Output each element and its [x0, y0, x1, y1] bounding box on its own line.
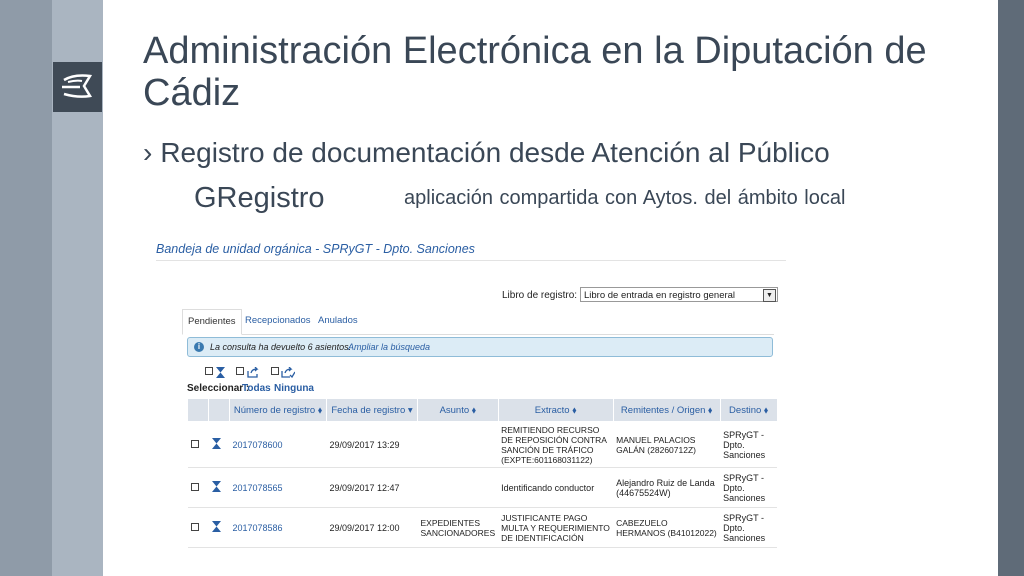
registry-extract: JUSTIFICANTE PAGO MULTA Y REQUERIMIENTO … — [498, 507, 614, 548]
registry-number-link[interactable]: 2017078565 — [229, 467, 327, 508]
col-destino[interactable]: Destino ⬧ — [719, 398, 778, 422]
col-numero[interactable]: Número de registro ⬧ — [229, 398, 327, 422]
bulk-actions — [205, 366, 297, 379]
bulk-checkbox-3[interactable] — [270, 367, 279, 376]
info-banner: i La consulta ha devuelto 6 asientos. Am… — [187, 337, 773, 357]
left-decor-strip — [0, 0, 52, 576]
bullet-text: Registro de documentación desde Atención… — [160, 137, 830, 168]
col-extracto[interactable]: Extracto ⬧ — [497, 398, 614, 422]
registry-subject — [417, 421, 499, 468]
row-checkbox[interactable] — [190, 439, 199, 448]
app-name: GRegistro — [194, 182, 325, 214]
forward-icon[interactable] — [247, 366, 259, 378]
col-remitentes[interactable]: Remitentes / Origen ⬧ — [612, 398, 721, 422]
hourglass-icon[interactable] — [211, 481, 221, 492]
slide-bullet: › Registro de documentación desde Atenció… — [143, 137, 830, 169]
table-row: 2017078586 29/09/2017 12:00 EXPEDIENTES … — [187, 507, 778, 548]
bulk-checkbox[interactable] — [205, 367, 213, 376]
col-asunto[interactable]: Asunto ⬧ — [417, 398, 499, 422]
select-none-link[interactable]: Ninguna — [274, 383, 314, 394]
tab-anulados[interactable]: Anulados — [313, 309, 363, 333]
row-checkbox[interactable] — [190, 522, 199, 531]
row-checkbox[interactable] — [190, 482, 199, 491]
app-note: aplicación compartida con Aytos. del ámb… — [404, 187, 846, 209]
bulk-checkbox-2[interactable] — [236, 367, 245, 376]
tab-pendientes[interactable]: Pendientes — [182, 309, 242, 335]
registry-extract: REMITIENDO RECURSO DE REPOSICIÓN CONTRA … — [498, 421, 614, 468]
libro-select-value: Libro de entrada en registro general — [584, 290, 736, 301]
info-icon: i — [194, 342, 204, 352]
info-text: La consulta ha devuelto 6 asientos. — [210, 342, 352, 352]
registry-extract: Identificando conductor — [498, 467, 614, 508]
select-label: Seleccionar : — [187, 383, 250, 394]
hourglass-icon[interactable] — [211, 438, 221, 449]
registry-number-link[interactable]: 2017078600 — [229, 421, 327, 468]
inbox-heading: Bandeja de unidad orgánica - SPRyGT - Dp… — [156, 242, 475, 256]
diputacion-logo-icon — [53, 62, 102, 112]
heading-divider — [156, 260, 786, 261]
tab-bar: Pendientes Recepcionados Anulados — [182, 309, 774, 335]
registry-number-link[interactable]: 2017078586 — [229, 507, 327, 548]
registry-sender: MANUEL PALACIOS GALÁN (28260712Z) — [613, 421, 721, 468]
hourglass-icon[interactable] — [211, 521, 221, 532]
chevron-down-icon[interactable]: ▼ — [763, 289, 776, 302]
registry-table: Número de registro ⬧ Fecha de registro ▾… — [187, 398, 778, 548]
table-row: 2017078565 29/09/2017 12:47 Identificand… — [187, 467, 778, 508]
registry-destination: SPRyGT - Dpto. Sanciones — [720, 507, 778, 548]
table-header: Número de registro ⬧ Fecha de registro ▾… — [187, 398, 778, 422]
gregistro-screenshot: Bandeja de unidad orgánica - SPRyGT - Dp… — [150, 232, 790, 576]
slide-title: Administración Electrónica en la Diputac… — [143, 30, 927, 114]
registry-destination: SPRyGT - Dpto. Sanciones — [720, 467, 778, 508]
libro-select[interactable]: Libro de entrada en registro general ▼ — [580, 287, 778, 302]
libro-label: Libro de registro: — [502, 290, 578, 301]
registry-date: 29/09/2017 13:29 — [326, 421, 418, 468]
registry-subject: EXPEDIENTES SANCIONADORES — [417, 507, 499, 548]
registry-destination: SPRyGT - Dpto. Sanciones — [720, 421, 778, 468]
table-row: 2017078600 29/09/2017 13:29 REMITIENDO R… — [187, 421, 778, 468]
registry-sender: CABEZUELO HERMANOS (B41012022) — [613, 507, 721, 548]
select-all-link[interactable]: Todas — [242, 383, 271, 394]
registry-sender: Alejandro Ruiz de Landa (44675524W) — [613, 467, 721, 508]
forward-check-icon[interactable] — [281, 366, 297, 379]
bullet-marker: › — [143, 137, 153, 168]
expand-search-link[interactable]: Ampliar la búsqueda — [348, 342, 430, 352]
col-fecha[interactable]: Fecha de registro ▾ — [326, 398, 418, 422]
registry-date: 29/09/2017 12:00 — [326, 507, 418, 548]
tab-recepcionados[interactable]: Recepcionados — [240, 309, 316, 333]
registry-date: 29/09/2017 12:47 — [326, 467, 418, 508]
right-decor-strip — [998, 0, 1024, 576]
registry-subject — [417, 467, 499, 508]
hourglass-icon[interactable] — [215, 367, 225, 378]
